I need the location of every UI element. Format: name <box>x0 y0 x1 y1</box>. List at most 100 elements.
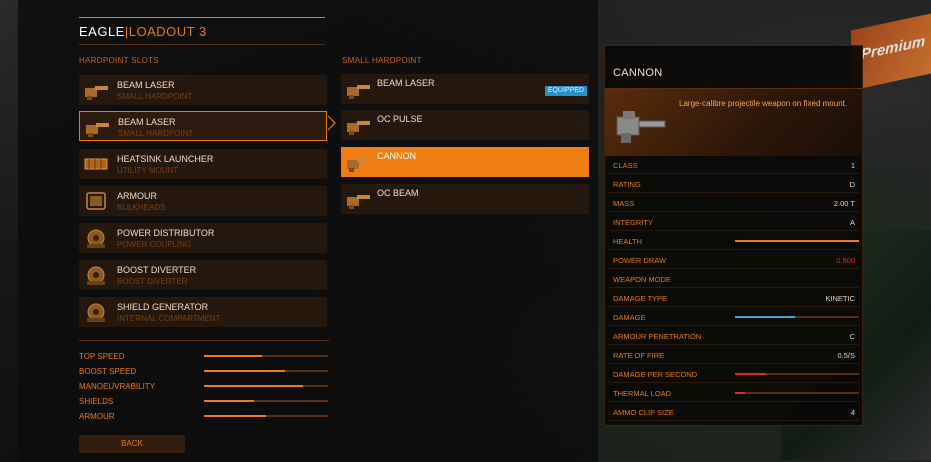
detail-row: WEAPON MODE <box>609 270 859 288</box>
detail-label: INTEGRITY <box>613 218 654 227</box>
detail-row: RATE OF FIRE 0.5/S <box>609 346 859 364</box>
module-title: CANNON <box>613 67 663 79</box>
slot-subtitle: INTERNAL COMPARTMENT <box>117 314 221 323</box>
module-option[interactable]: OC PULSE <box>341 110 589 140</box>
detail-row: ARMOUR PENETRATION C <box>609 327 859 345</box>
detail-row: DAMAGE TYPE KINETIC <box>609 289 859 307</box>
module-description: Large-calibre projectile weapon on fixed… <box>679 99 848 108</box>
detail-label: HEALTH <box>613 237 643 246</box>
weapon-icon <box>347 85 370 99</box>
slot-subtitle: UTILITY MOUNT <box>117 166 179 175</box>
detail-value: D <box>849 180 855 189</box>
selection-arrow-icon <box>327 115 336 131</box>
detail-label: DAMAGE PER SECOND <box>613 370 698 379</box>
armour-icon <box>86 192 106 210</box>
detail-row: INTEGRITY A <box>609 213 859 231</box>
detail-row: DAMAGE PER SECOND <box>609 365 859 383</box>
detail-label: DAMAGE TYPE <box>613 294 668 303</box>
ship-stat-label: SHIELDS <box>79 397 114 406</box>
detail-label: POWER DRAW <box>613 256 667 265</box>
ship-stat-label: TOP SPEED <box>79 352 125 361</box>
ship-stat-row: SHIELDS <box>79 394 329 409</box>
detail-value: 1 <box>850 161 855 170</box>
ship-stat-bar <box>204 370 328 372</box>
slot-subtitle: BOOST DIVERTER <box>117 277 188 286</box>
ship-stat-fill <box>204 415 266 417</box>
ship-stats: TOP SPEED BOOST SPEED MANOEUVRABILITY SHIEL… <box>79 340 329 424</box>
heatsink-icon <box>84 158 108 170</box>
detail-label: DAMAGE <box>613 313 646 322</box>
slot-item[interactable]: BEAM LASER SMALL HARDPOINT <box>79 111 327 141</box>
slot-item[interactable]: BEAM LASER SMALL HARDPOINT <box>79 75 327 105</box>
detail-value: 0.500 <box>836 256 855 265</box>
module-option-name: BEAM LASER <box>377 78 435 88</box>
slots-column-title: HARDPOINT SLOTS <box>79 56 159 65</box>
ship-stat-bar <box>204 355 328 357</box>
ship-stat-label: MANOEUVRABILITY <box>79 382 156 391</box>
slot-subtitle: BULKHEADS <box>117 203 166 212</box>
detail-value: KINETIC <box>825 294 855 303</box>
module-option[interactable]: OC BEAM <box>341 184 589 214</box>
detail-value: 0.5/S <box>837 351 855 360</box>
slot-name: BEAM LASER <box>117 80 175 90</box>
module-option-name: OC PULSE <box>377 114 423 124</box>
slot-name: SHIELD GENERATOR <box>117 302 209 312</box>
ship-stat-bar <box>204 415 328 417</box>
detail-row: RATING D <box>609 175 859 193</box>
weapon-icon <box>347 158 370 172</box>
slot-subtitle: POWER COUPLING <box>117 240 192 249</box>
detail-row: CLASS 1 <box>609 156 859 174</box>
stats-divider <box>79 340 329 341</box>
detail-label: AMMO CLIP SIZE <box>613 408 674 417</box>
ship-stat-fill <box>204 370 285 372</box>
ship-stat-row: BOOST SPEED <box>79 364 329 379</box>
ship-stat-row: TOP SPEED <box>79 349 329 364</box>
detail-bar <box>735 392 859 394</box>
slot-name: HEATSINK LAUNCHER <box>117 154 214 164</box>
ship-stat-row: ARMOUR <box>79 409 329 424</box>
detail-row: THERMAL LOAD <box>609 384 859 402</box>
detail-label: MASS <box>613 199 635 208</box>
ship-name: EAGLE <box>79 24 125 39</box>
slot-item[interactable]: POWER DISTRIBUTOR POWER COUPLING <box>79 223 327 253</box>
ship-stat-label: ARMOUR <box>79 412 115 421</box>
module-detail-panel: CANNON Large-calibre projectile weapon o… <box>604 45 863 426</box>
detail-bar-fill <box>735 392 745 394</box>
detail-bar <box>735 316 859 318</box>
slot-name: BOOST DIVERTER <box>117 265 197 275</box>
slot-subtitle: SMALL HARDPOINT <box>118 129 194 138</box>
module-option-name: CANNON <box>377 151 417 161</box>
back-button[interactable]: BACK <box>79 435 185 453</box>
beam-laser-icon <box>86 123 109 137</box>
slot-item[interactable]: BOOST DIVERTER BOOST DIVERTER <box>79 260 327 290</box>
detail-label: THERMAL LOAD <box>613 389 672 398</box>
slot-item[interactable]: ARMOUR BULKHEADS <box>79 186 327 216</box>
slot-name: ARMOUR <box>117 191 157 201</box>
options-column-title: SMALL HARDPOINT <box>342 56 422 65</box>
detail-value: 2.00 T <box>833 199 855 208</box>
slot-item[interactable]: HEATSINK LAUNCHER UTILITY MOUNT <box>79 149 327 179</box>
boost-diverter-icon <box>87 266 105 285</box>
detail-row: HEALTH <box>609 232 859 250</box>
detail-label: ARMOUR PENETRATION <box>613 332 702 341</box>
slot-name: POWER DISTRIBUTOR <box>117 228 215 238</box>
module-preview: Large-calibre projectile weapon on fixed… <box>605 89 862 156</box>
detail-value: 4 <box>850 408 855 417</box>
ship-stat-bar <box>204 400 328 402</box>
detail-label: CLASS <box>613 161 638 170</box>
ship-stat-fill <box>204 385 304 387</box>
module-option[interactable]: BEAM LASER EQUIPPED <box>341 74 589 104</box>
ship-stat-fill <box>204 355 263 357</box>
slot-subtitle: SMALL HARDPOINT <box>117 92 193 101</box>
detail-bar-fill <box>735 373 766 375</box>
slot-item[interactable]: SHIELD GENERATOR INTERNAL COMPARTMENT <box>79 297 327 327</box>
detail-row: POWER DRAW 0.500 <box>609 251 859 269</box>
detail-row: AMMO CLIP SIZE 4 <box>609 403 859 421</box>
detail-row: MASS 2.00 T <box>609 194 859 212</box>
page-title: EAGLE|LOADOUT 3 <box>79 17 325 45</box>
detail-bar <box>735 373 859 375</box>
slot-name: BEAM LASER <box>118 117 176 127</box>
detail-label: RATING <box>613 180 641 189</box>
module-option[interactable]: CANNON <box>341 147 589 177</box>
beam-laser-icon <box>85 86 108 100</box>
